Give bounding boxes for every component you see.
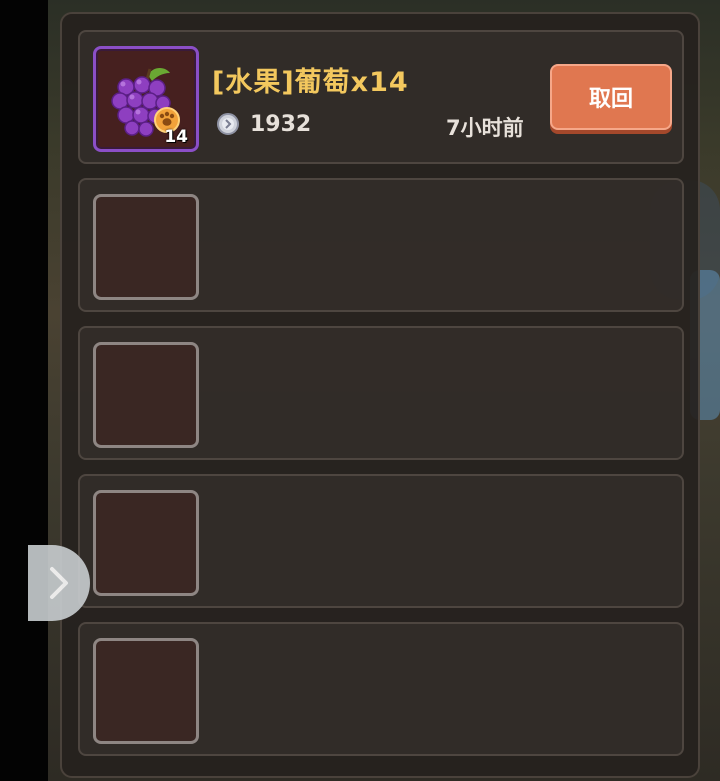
coin-icon: [217, 113, 239, 135]
listing-time: 7小时前: [446, 116, 524, 140]
empty-item-slot[interactable]: [93, 638, 199, 744]
listing-row: 14 [水果]葡萄x14 1932 7小时前 取回: [78, 30, 684, 164]
chevron-right-icon: [50, 567, 68, 599]
item-name: [水果]葡萄x14: [212, 67, 409, 98]
empty-item-slot[interactable]: [93, 342, 199, 448]
item-slot[interactable]: 14: [93, 46, 199, 152]
listing-row-empty: [78, 178, 684, 312]
listing-row-empty: [78, 326, 684, 460]
item-quantity-badge: 14: [164, 127, 188, 147]
listing-row-empty: [78, 622, 684, 756]
left-black-strip: [0, 0, 48, 781]
retrieve-button[interactable]: 取回: [550, 64, 672, 130]
empty-item-slot[interactable]: [93, 194, 199, 300]
listing-row-empty: [78, 474, 684, 608]
empty-item-slot[interactable]: [93, 490, 199, 596]
item-price: 1932: [250, 112, 312, 137]
